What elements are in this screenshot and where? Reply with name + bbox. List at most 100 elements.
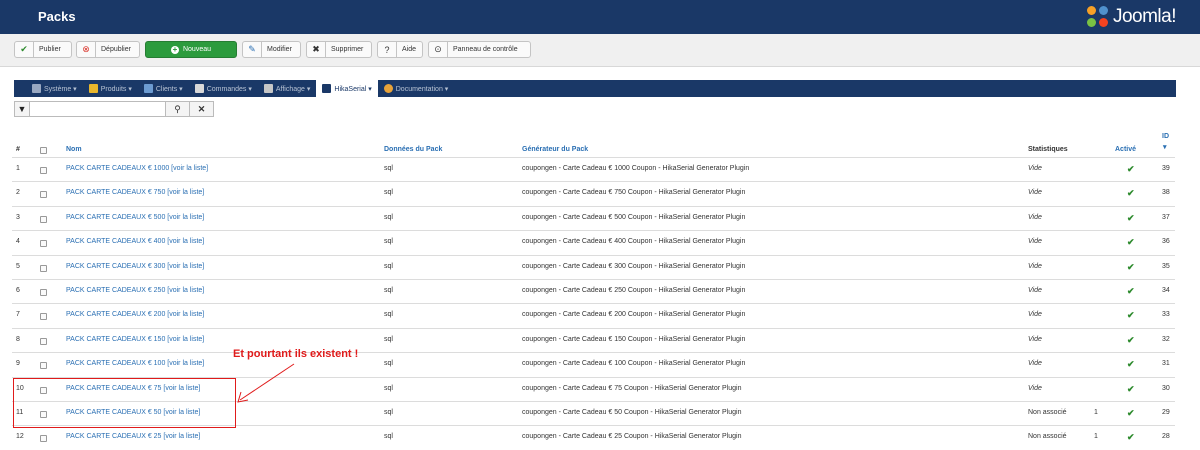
clear-search-button[interactable]: ✕: [190, 101, 214, 117]
active-check-icon[interactable]: ✔: [1127, 359, 1135, 370]
statistics: Vide: [1028, 165, 1042, 172]
orders-icon: [194, 84, 204, 93]
statistics: Vide: [1028, 311, 1042, 318]
pack-data: sql: [384, 385, 393, 392]
col-name[interactable]: Nom: [66, 146, 82, 153]
row-checkbox[interactable]: [40, 289, 47, 296]
statistics: Vide: [1028, 263, 1042, 270]
row-checkbox[interactable]: [40, 313, 47, 320]
unpublish-button[interactable]: ⊗ Dépublier: [76, 41, 140, 58]
filter-icon[interactable]: ▼: [14, 101, 30, 117]
pack-data: sql: [384, 360, 393, 367]
pack-name-link[interactable]: PACK CARTE CADEAUX € 750 [voir la liste]: [66, 189, 204, 196]
help-button[interactable]: ? Aide: [377, 41, 423, 58]
hikaserial-icon: [322, 84, 332, 93]
documentation-icon: [383, 84, 393, 93]
row-number: 1: [16, 165, 20, 172]
statistics: Vide: [1028, 360, 1042, 367]
row-id: 38: [1162, 189, 1170, 196]
active-check-icon[interactable]: ✔: [1127, 188, 1135, 199]
row-checkbox[interactable]: [40, 338, 47, 345]
delete-button[interactable]: ✖ Supprimer: [306, 41, 372, 58]
pack-generator: coupongen - Carte Cadeau € 750 Coupon - …: [522, 189, 746, 196]
col-id[interactable]: ID: [1162, 133, 1169, 140]
menu-label: Clients ▾: [155, 85, 183, 93]
search-button[interactable]: ⚲: [166, 101, 190, 117]
active-check-icon[interactable]: ✔: [1127, 384, 1135, 395]
row-checkbox[interactable]: [40, 167, 47, 174]
menu-item-commandes[interactable]: Commandes ▾: [189, 80, 258, 97]
row-number: 8: [16, 336, 20, 343]
row-checkbox[interactable]: [40, 265, 47, 272]
col-active[interactable]: Activé: [1115, 146, 1136, 153]
col-pack-data[interactable]: Données du Pack: [384, 146, 442, 153]
active-check-icon[interactable]: ✔: [1127, 432, 1135, 443]
joomla-logo-icon: [1086, 6, 1109, 28]
page-title: Packs: [38, 9, 76, 24]
menu-item-systeme[interactable]: Système ▾: [26, 80, 83, 97]
pack-name-link[interactable]: PACK CARTE CADEAUX € 25 [voir la liste]: [66, 433, 200, 440]
pack-name-link[interactable]: PACK CARTE CADEAUX € 300 [voir la liste]: [66, 263, 204, 270]
active-check-icon[interactable]: ✔: [1127, 262, 1135, 273]
pack-name-link[interactable]: PACK CARTE CADEAUX € 100 [voir la liste]: [66, 360, 204, 367]
menu-item-clients[interactable]: Clients ▾: [138, 80, 189, 97]
edit-button[interactable]: ✎ Modifier: [242, 41, 301, 58]
menu-item-affichage[interactable]: Affichage ▾: [258, 80, 317, 97]
pack-name-link[interactable]: PACK CARTE CADEAUX € 250 [voir la liste]: [66, 287, 204, 294]
sort-desc-icon[interactable]: ▾: [1163, 143, 1167, 151]
menu-item-produits[interactable]: Produits ▾: [83, 80, 138, 97]
active-check-icon[interactable]: ✔: [1127, 310, 1135, 321]
page-header: Packs Joomla!: [0, 0, 1200, 35]
pack-name-link[interactable]: PACK CARTE CADEAUX € 200 [voir la liste]: [66, 311, 204, 318]
pack-data: sql: [384, 189, 393, 196]
row-id: 37: [1162, 214, 1170, 221]
pack-name-link[interactable]: PACK CARTE CADEAUX € 400 [voir la liste]: [66, 238, 204, 245]
publish-button[interactable]: ✔ Publier: [14, 41, 72, 58]
search-input[interactable]: [30, 101, 166, 117]
row-id: 28: [1162, 433, 1170, 440]
pack-data: sql: [384, 263, 393, 270]
close-icon: ✕: [197, 103, 206, 114]
col-generator[interactable]: Générateur du Pack: [522, 146, 588, 153]
joomla-logo[interactable]: Joomla!: [1086, 4, 1177, 30]
active-check-icon[interactable]: ✔: [1127, 335, 1135, 346]
pack-generator: coupongen - Carte Cadeau € 200 Coupon - …: [522, 311, 746, 318]
col-num: #: [16, 146, 20, 153]
control-panel-button[interactable]: ⊙ Panneau de contrôle: [428, 41, 531, 58]
row-checkbox[interactable]: [40, 240, 47, 247]
menu-item-hikaserial[interactable]: HikaSerial ▾: [316, 80, 378, 97]
row-id: 39: [1162, 165, 1170, 172]
row-id: 36: [1162, 238, 1170, 245]
row-checkbox[interactable]: [40, 362, 47, 369]
statistics: Vide: [1028, 287, 1042, 294]
new-button[interactable]: + Nouveau: [145, 41, 237, 58]
active-check-icon[interactable]: ✔: [1127, 164, 1135, 175]
statistics: Vide: [1028, 385, 1042, 392]
pack-name-link[interactable]: PACK CARTE CADEAUX € 500 [voir la liste]: [66, 214, 204, 221]
active-check-icon[interactable]: ✔: [1127, 237, 1135, 248]
menu-item-documentation[interactable]: Documentation ▾: [378, 80, 455, 97]
active-check-icon[interactable]: ✔: [1127, 408, 1135, 419]
users-icon: [143, 84, 153, 93]
table-row: 5 PACK CARTE CADEAUX € 300 [voir la liste…: [12, 255, 1175, 280]
row-checkbox[interactable]: [40, 216, 47, 223]
row-checkbox[interactable]: [40, 435, 47, 442]
active-check-icon[interactable]: ✔: [1127, 286, 1135, 297]
select-all-checkbox[interactable]: [40, 147, 47, 154]
pack-data: sql: [384, 238, 393, 245]
table-row: 4 PACK CARTE CADEAUX € 400 [voir la liste…: [12, 230, 1175, 255]
menu-label: Commandes ▾: [206, 85, 252, 93]
pack-name-link[interactable]: PACK CARTE CADEAUX € 1000 [voir la liste…: [66, 165, 208, 172]
pack-generator: coupongen - Carte Cadeau € 75 Coupon - H…: [522, 385, 742, 392]
annotation-arrow: [237, 363, 295, 403]
pack-name-link[interactable]: PACK CARTE CADEAUX € 150 [voir la liste]: [66, 336, 204, 343]
active-check-icon[interactable]: ✔: [1127, 213, 1135, 224]
row-number: 7: [16, 311, 20, 318]
row-checkbox[interactable]: [40, 191, 47, 198]
help-icon: ?: [378, 42, 397, 57]
tools-icon: [32, 84, 41, 93]
menu-label: Documentation ▾: [395, 85, 449, 93]
display-icon: [263, 84, 273, 93]
pack-generator: coupongen - Carte Cadeau € 400 Coupon - …: [522, 238, 746, 245]
menu-label: Affichage ▾: [275, 85, 311, 93]
